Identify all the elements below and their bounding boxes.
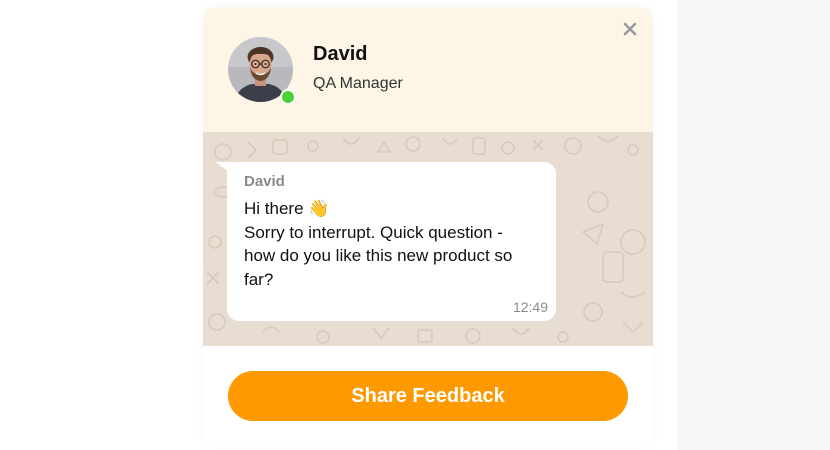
chat-widget: David QA Manager David Hi there 👋 Sorry … bbox=[203, 7, 653, 447]
chat-footer: Share Feedback bbox=[203, 346, 653, 447]
message-greeting: Hi there 👋 bbox=[244, 199, 330, 218]
agent-name: David bbox=[313, 43, 368, 65]
chat-area: David Hi there 👋 Sorry to interrupt. Qui… bbox=[203, 132, 653, 346]
message-line: Sorry to interrupt. Quick question - bbox=[244, 222, 503, 242]
message-sender: David bbox=[244, 173, 285, 190]
message-line: how do you like this new product so bbox=[244, 246, 513, 265]
online-status-dot bbox=[280, 89, 296, 105]
chat-header: David QA Manager bbox=[203, 7, 653, 132]
close-icon bbox=[623, 22, 637, 36]
message-timestamp: 12:49 bbox=[512, 299, 548, 315]
avatar bbox=[228, 37, 296, 105]
share-feedback-button[interactable]: Share Feedback bbox=[228, 371, 628, 421]
message-line: far? bbox=[244, 269, 274, 289]
page: David QA Manager David Hi there 👋 Sorry … bbox=[0, 0, 830, 450]
close-button[interactable] bbox=[620, 19, 640, 39]
agent-role: QA Manager bbox=[313, 75, 403, 92]
background-panel bbox=[677, 0, 830, 450]
message-bubble: David Hi there 👋 Sorry to interrupt. Qui… bbox=[227, 162, 556, 321]
